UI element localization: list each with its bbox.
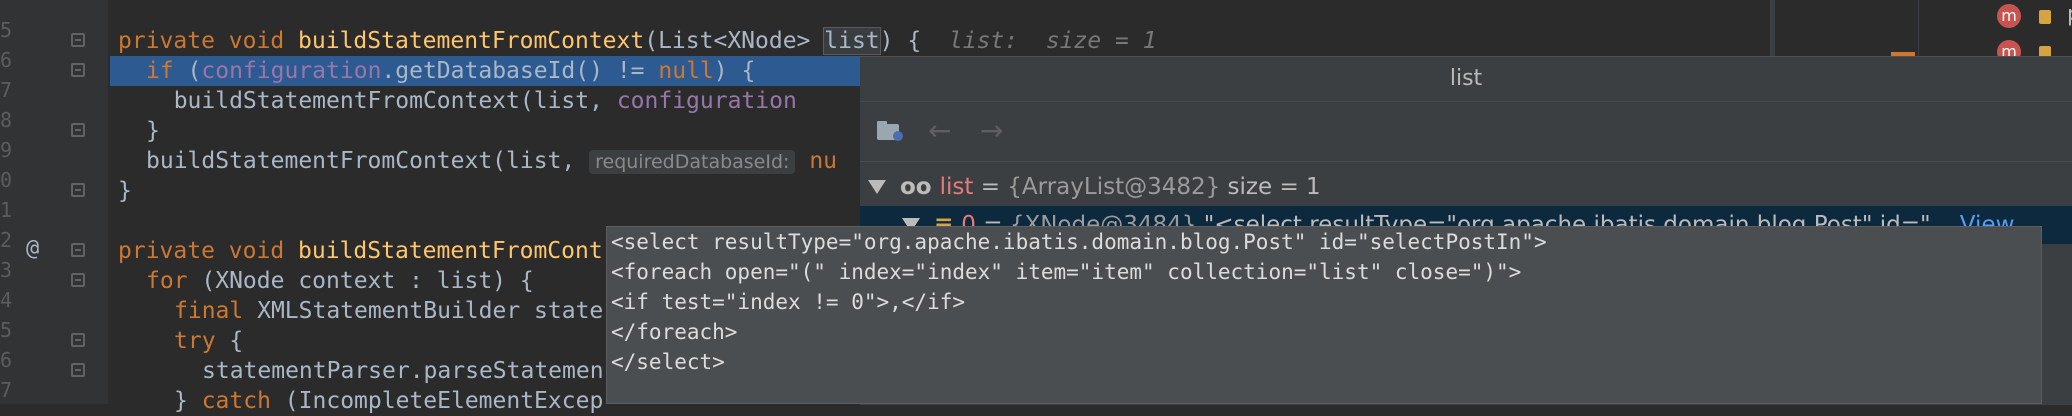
structure-panel: m p m [1918,0,2072,64]
code-line[interactable]: buildStatementFromContext(list, configur… [146,86,797,116]
value-tooltip: <select resultType="org.apache.ibatis.do… [606,226,2042,404]
line-number: 1 [0,198,13,222]
line-number: 0 [0,168,13,192]
line-number: 8 [0,108,13,132]
code-line[interactable]: try { [174,326,243,356]
line-number: 7 [0,378,13,402]
highlighted-variable[interactable]: list [823,27,881,55]
tooltip-line: <foreach open="(" index="index" item="it… [611,260,1522,284]
fold-toggle-icon[interactable] [71,63,85,77]
lock-icon [2039,10,2051,24]
code-line[interactable]: final XMLStatementBuilder state [174,296,603,326]
fold-toggle-icon[interactable] [71,33,85,47]
back-arrow-icon[interactable]: ← [928,116,951,146]
line-number: 9 [0,138,13,162]
fold-toggle-icon[interactable] [71,123,85,137]
code-line[interactable]: } [118,176,132,206]
method-icon: m [1997,4,2021,28]
inline-debug-value: list: size = 1 [948,28,1157,54]
fold-toggle-icon[interactable] [71,183,85,197]
fold-toggle-icon[interactable] [71,363,85,377]
parameter-hint: requiredDatabaseId: [589,150,796,174]
popup-toolbar: ← → [860,101,2072,162]
tooltip-line: </select> [611,350,725,374]
popup-title: list [1449,66,1483,91]
code-line[interactable]: statementParser.parseStatemen [202,356,604,386]
line-number: 6 [0,48,13,72]
expand-triangle-icon[interactable] [868,180,886,194]
forward-arrow-icon[interactable]: → [980,116,1003,146]
code-line[interactable]: private void buildStatementFromCont [118,236,603,266]
line-number: 5 [0,318,13,342]
code-line[interactable]: } [146,116,160,146]
tooltip-line: <if test="index != 0">,</if> [611,290,966,314]
code-line[interactable]: if (configuration.getDatabaseId() != nul… [146,56,755,86]
fold-toggle-icon[interactable] [71,273,85,287]
line-number: 4 [0,288,13,312]
line-number: 5 [0,18,13,42]
code-line[interactable]: } catch (IncompleteElementExcep [174,386,603,416]
fold-toggle-icon[interactable] [71,333,85,347]
watch-folder-icon[interactable] [876,118,904,142]
tree-row[interactable]: oo list = {ArrayList@3482} size = 1 [860,168,2072,206]
editor-gutter: 5 6 7 8 9 0 1 2 3 4 5 6 7 @ [0,0,108,404]
override-marker-icon[interactable]: @ [26,236,39,261]
structure-item-label[interactable]: p [2067,2,2072,27]
tooltip-line: <select resultType="org.apache.ibatis.do… [611,230,1547,254]
code-line[interactable]: private void buildStatementFromContext(L… [118,26,1157,56]
line-number: 7 [0,78,13,102]
line-number: 6 [0,348,13,372]
tooltip-line: </foreach> [611,320,738,344]
code-line[interactable]: buildStatementFromContext(list, required… [146,146,837,176]
line-number: 2 [0,228,13,252]
fold-toggle-icon[interactable] [71,243,85,257]
watch-glasses-icon: oo [900,174,932,200]
code-line[interactable]: for (XNode context : list) { [146,266,534,296]
line-number: 3 [0,258,13,282]
